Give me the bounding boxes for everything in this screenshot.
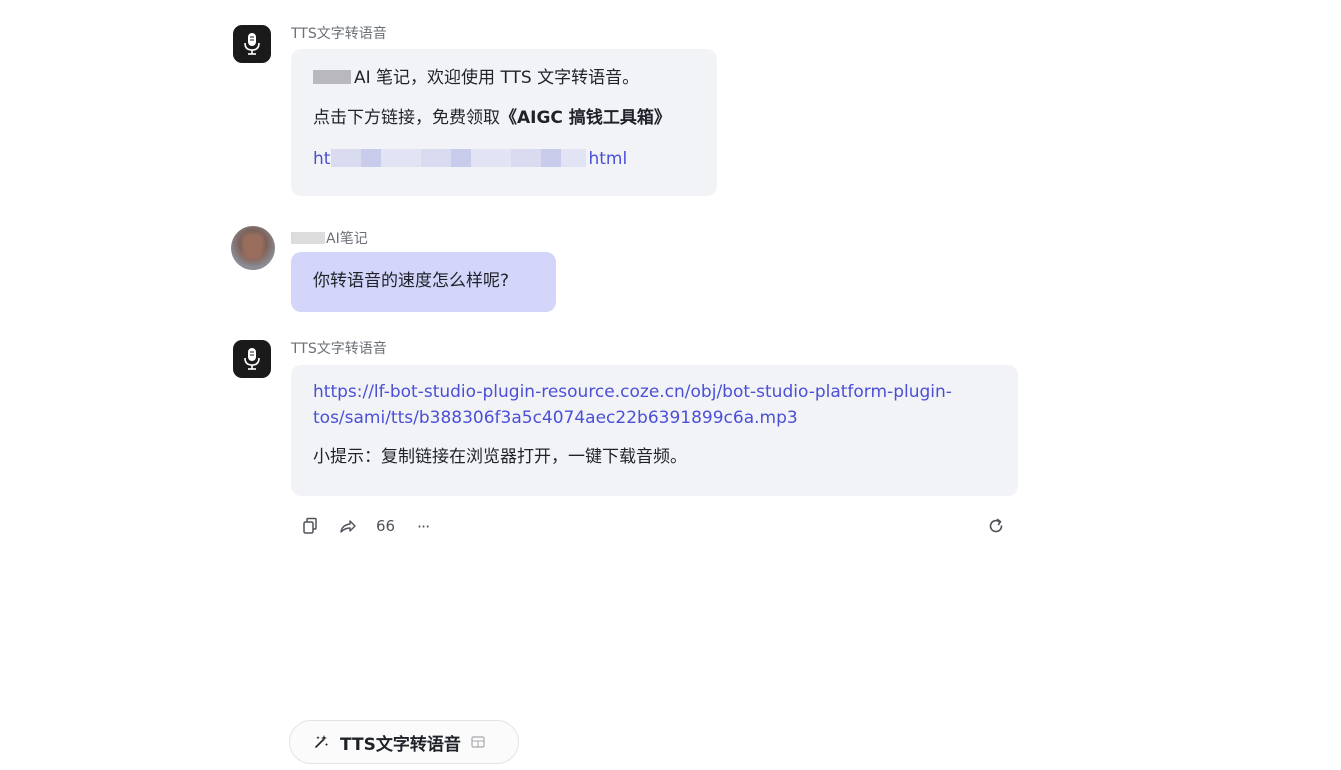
masked-name xyxy=(313,70,351,84)
sparkle-icon xyxy=(315,735,328,748)
regenerate-button[interactable] xyxy=(985,515,1007,537)
copy-icon xyxy=(303,517,317,534)
audio-link-line2[interactable]: tos/sami/tts/b388306f3a5c4074aec22b63918… xyxy=(313,405,996,431)
sender-name: TTS文字转语音 xyxy=(291,341,387,357)
bot-avatar[interactable] xyxy=(233,340,271,378)
copy-button[interactable] xyxy=(300,516,320,536)
share-icon xyxy=(340,520,356,533)
microphone-icon xyxy=(244,33,260,55)
tip-text: 小提示：复制链接在浏览器打开，一键下载音频。 xyxy=(313,446,687,467)
refresh-icon xyxy=(989,518,1003,533)
grid-icon xyxy=(471,736,485,748)
bot-bubble: AI 笔记，欢迎使用 TTS 文字转语音。 点击下方链接，免费领取《AIGC 搞… xyxy=(291,49,717,196)
audio-link-line1[interactable]: https://lf-bot-studio-plugin-resource.co… xyxy=(313,379,996,405)
microphone-icon xyxy=(244,348,260,370)
user-text: 你转语音的速度怎么样呢? xyxy=(313,271,510,291)
more-button[interactable]: ··· xyxy=(413,516,433,536)
promo-line: 点击下方链接，免费领取《AIGC 搞钱工具箱》 xyxy=(313,108,671,129)
bot-bubble: https://lf-bot-studio-plugin-resource.co… xyxy=(291,365,1018,496)
sender-name: TTS文字转语音 xyxy=(291,26,387,42)
greeting-line: AI 笔记，欢迎使用 TTS 文字转语音。 xyxy=(313,65,695,91)
more-icon: ··· xyxy=(416,516,430,536)
like-count[interactable]: 66 xyxy=(376,517,395,535)
skill-chip-tts[interactable]: TTS文字转语音 xyxy=(289,720,519,764)
bot-avatar[interactable] xyxy=(233,25,271,63)
user-avatar[interactable] xyxy=(231,226,275,270)
share-button[interactable] xyxy=(338,516,358,536)
chat-page: TTS文字转语音 AI 笔记，欢迎使用 TTS 文字转语音。 点击下方链接，免费… xyxy=(0,0,1341,770)
promo-link[interactable]: ht html xyxy=(313,146,695,172)
message-actions: 66 ··· xyxy=(300,512,433,540)
user-bubble: 你转语音的速度怎么样呢? xyxy=(291,252,556,312)
masked-link-cover xyxy=(331,148,586,167)
user-name: AI笔记 xyxy=(291,228,368,248)
skill-chip-label: TTS文字转语音 xyxy=(340,734,461,755)
